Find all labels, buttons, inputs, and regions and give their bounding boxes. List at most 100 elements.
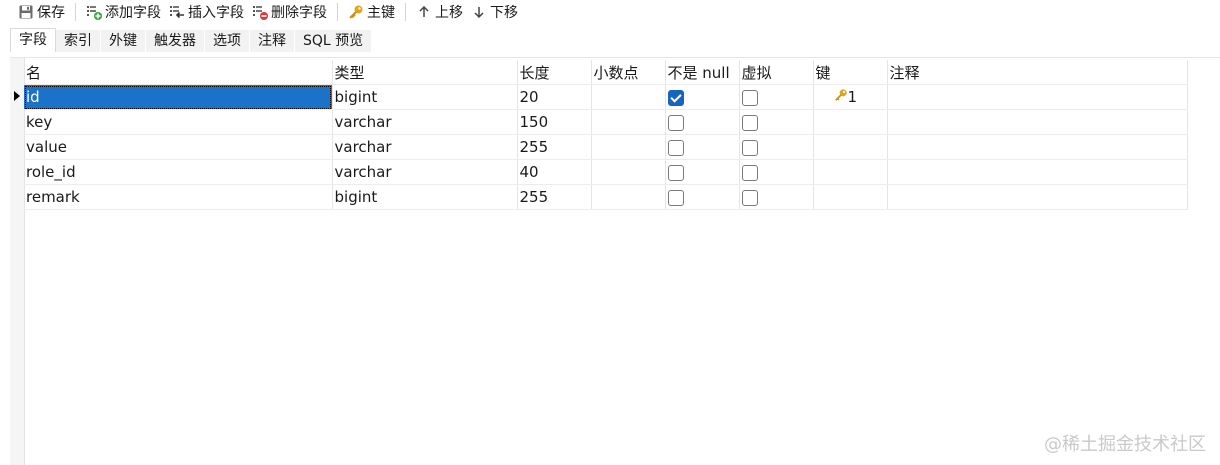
tab-comment[interactable]: 注释 xyxy=(250,30,295,52)
toolbar-divider xyxy=(405,3,406,21)
field-decimal-cell[interactable] xyxy=(591,110,665,135)
table-row[interactable]: role_id varchar 40 xyxy=(24,160,1187,185)
field-length-cell[interactable]: 255 xyxy=(517,185,591,210)
insert-field-button[interactable]: 插入字段 xyxy=(165,1,248,23)
field-length-cell[interactable]: 255 xyxy=(517,135,591,160)
tab-triggers[interactable]: 触发器 xyxy=(146,30,205,52)
table-header-row: 名 类型 长度 小数点 不是 null 虚拟 键 注释 xyxy=(24,60,1187,85)
primary-key-button[interactable]: 主键 xyxy=(344,1,399,23)
save-label: 保存 xyxy=(37,2,65,22)
arrow-down-icon xyxy=(471,4,487,20)
field-name-cell[interactable]: remark xyxy=(24,185,332,210)
field-name-cell[interactable]: value xyxy=(24,135,332,160)
virtual-cell xyxy=(739,185,813,210)
virtual-cell xyxy=(739,160,813,185)
column-header-key[interactable]: 键 xyxy=(813,60,887,85)
virtual-checkbox[interactable] xyxy=(742,165,758,181)
delete-field-button[interactable]: 删除字段 xyxy=(248,1,331,23)
key-order: 1 xyxy=(848,88,858,106)
field-grid: 名 类型 长度 小数点 不是 null 虚拟 键 注释 id bigint 20 xyxy=(10,57,1220,465)
toolbar: 保存 添加字段 插入字段 删除字段 主键 上移 下移 xyxy=(0,0,1220,24)
field-type-cell[interactable]: bigint xyxy=(332,85,517,110)
field-comment-cell[interactable] xyxy=(887,135,1187,160)
column-header-name[interactable]: 名 xyxy=(24,60,332,85)
key-cell[interactable] xyxy=(813,110,887,135)
row-indicator-gutter xyxy=(10,58,25,465)
not-null-checkbox[interactable] xyxy=(668,140,684,156)
virtual-checkbox[interactable] xyxy=(742,190,758,206)
move-up-button[interactable]: 上移 xyxy=(412,1,467,23)
field-decimal-cell[interactable] xyxy=(591,160,665,185)
field-type-cell[interactable]: varchar xyxy=(332,135,517,160)
field-name-cell[interactable]: key xyxy=(24,110,332,135)
field-name-cell[interactable]: role_id xyxy=(24,160,332,185)
tab-options[interactable]: 选项 xyxy=(205,30,250,52)
save-icon xyxy=(18,4,34,20)
virtual-checkbox[interactable] xyxy=(742,90,758,106)
column-header-not-null[interactable]: 不是 null xyxy=(665,60,739,85)
virtual-cell xyxy=(739,85,813,110)
column-header-decimal[interactable]: 小数点 xyxy=(591,60,665,85)
insert-field-icon xyxy=(169,4,185,20)
field-length-cell[interactable]: 40 xyxy=(517,160,591,185)
tab-sql-preview[interactable]: SQL 预览 xyxy=(295,30,372,52)
table-row[interactable]: remark bigint 255 xyxy=(24,185,1187,210)
toolbar-divider xyxy=(75,3,76,21)
virtual-cell xyxy=(739,135,813,160)
field-comment-cell[interactable] xyxy=(887,185,1187,210)
field-decimal-cell[interactable] xyxy=(591,185,665,210)
not-null-cell xyxy=(665,85,739,110)
key-cell[interactable]: 1 xyxy=(813,85,887,110)
add-field-icon xyxy=(86,4,102,20)
not-null-cell xyxy=(665,185,739,210)
not-null-checkbox[interactable] xyxy=(668,165,684,181)
key-cell[interactable] xyxy=(813,135,887,160)
current-row-marker xyxy=(14,91,20,101)
not-null-cell xyxy=(665,160,739,185)
move-down-label: 下移 xyxy=(490,2,518,22)
field-comment-cell[interactable] xyxy=(887,85,1187,110)
field-decimal-cell[interactable] xyxy=(591,85,665,110)
not-null-cell xyxy=(665,110,739,135)
table-row[interactable]: value varchar 255 xyxy=(24,135,1187,160)
not-null-cell xyxy=(665,135,739,160)
virtual-cell xyxy=(739,110,813,135)
field-length-cell[interactable]: 20 xyxy=(517,85,591,110)
key-cell[interactable] xyxy=(813,185,887,210)
virtual-checkbox[interactable] xyxy=(742,140,758,156)
tab-foreign-keys[interactable]: 外键 xyxy=(101,30,146,52)
not-null-checkbox[interactable] xyxy=(668,90,684,106)
field-comment-cell[interactable] xyxy=(887,160,1187,185)
toolbar-divider xyxy=(337,3,338,21)
field-type-cell[interactable]: varchar xyxy=(332,160,517,185)
column-header-type[interactable]: 类型 xyxy=(332,60,517,85)
not-null-checkbox[interactable] xyxy=(668,115,684,131)
primary-key-icon xyxy=(834,88,848,106)
column-header-length[interactable]: 长度 xyxy=(517,60,591,85)
column-header-virtual[interactable]: 虚拟 xyxy=(739,60,813,85)
not-null-checkbox[interactable] xyxy=(668,190,684,206)
tab-fields[interactable]: 字段 xyxy=(10,28,56,52)
tab-bar: 字段 索引 外键 触发器 选项 注释 SQL 预览 xyxy=(10,28,372,52)
table-row[interactable]: id bigint 20 1 xyxy=(24,85,1187,110)
add-field-button[interactable]: 添加字段 xyxy=(82,1,165,23)
column-header-comment[interactable]: 注释 xyxy=(887,60,1187,85)
field-type-cell[interactable]: bigint xyxy=(332,185,517,210)
add-field-label: 添加字段 xyxy=(105,2,161,22)
key-icon xyxy=(348,4,364,20)
key-cell[interactable] xyxy=(813,160,887,185)
field-comment-cell[interactable] xyxy=(887,110,1187,135)
field-length-cell[interactable]: 150 xyxy=(517,110,591,135)
delete-field-label: 删除字段 xyxy=(271,2,327,22)
fields-table: 名 类型 长度 小数点 不是 null 虚拟 键 注释 id bigint 20 xyxy=(24,60,1188,210)
field-type-cell[interactable]: varchar xyxy=(332,110,517,135)
field-decimal-cell[interactable] xyxy=(591,135,665,160)
field-name-cell[interactable]: id xyxy=(24,85,332,110)
save-button[interactable]: 保存 xyxy=(14,1,69,23)
primary-key-label: 主键 xyxy=(367,2,395,22)
tab-indexes[interactable]: 索引 xyxy=(56,30,101,52)
virtual-checkbox[interactable] xyxy=(742,115,758,131)
move-down-button[interactable]: 下移 xyxy=(467,1,522,23)
table-row[interactable]: key varchar 150 xyxy=(24,110,1187,135)
watermark: @稀土掘金技术社区 xyxy=(1044,430,1206,456)
